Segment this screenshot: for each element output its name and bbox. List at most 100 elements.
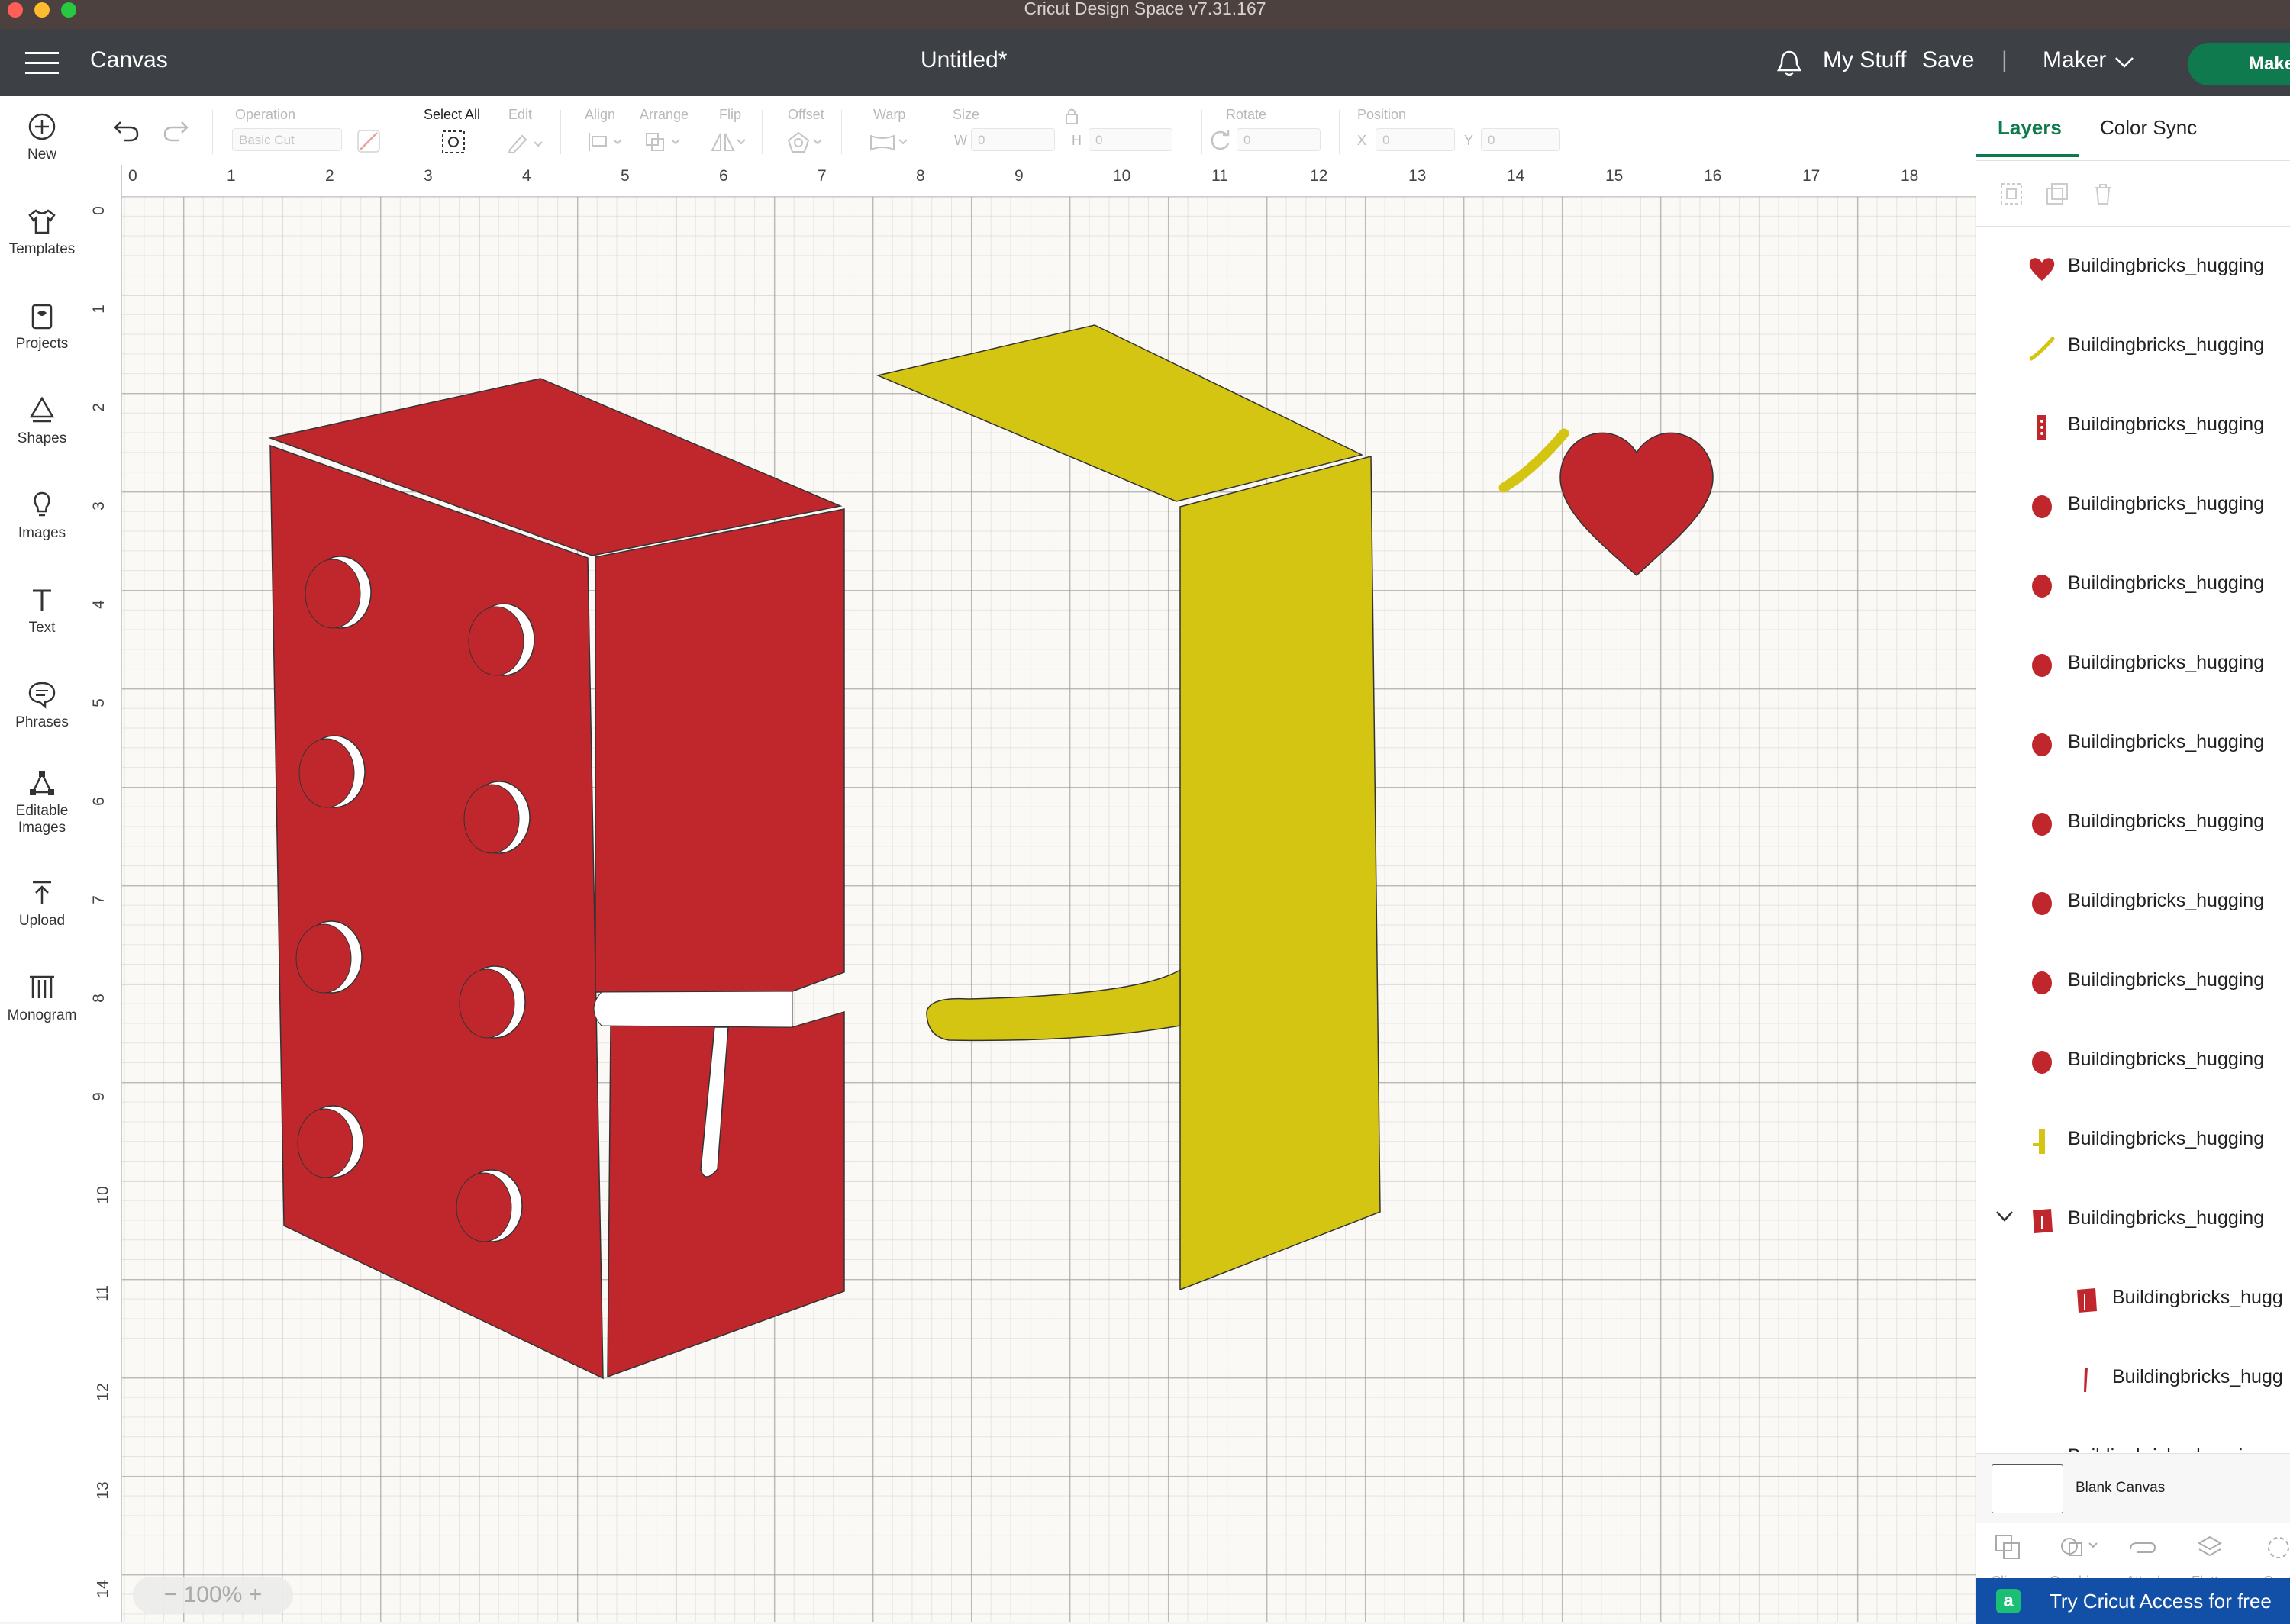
operation-select[interactable]: Basic Cut — [232, 128, 342, 151]
zoom-window-button[interactable] — [61, 2, 76, 18]
rail-item-images[interactable]: Images — [0, 490, 84, 542]
layer-row[interactable]: Buildingbricks_hugging — [1976, 705, 2290, 785]
layer-row[interactable]: Buildingbricks_hugging — [1976, 626, 2290, 705]
layer-row[interactable]: Buildingbricks_hugging — [1976, 1181, 2290, 1261]
tab-color-sync[interactable]: Color Sync — [2100, 116, 2197, 140]
combine-icon — [2061, 1538, 2098, 1556]
flatten-icon — [2197, 1535, 2223, 1557]
pen-color-swatch-icon[interactable] — [357, 130, 380, 153]
bell-icon[interactable] — [1776, 49, 1803, 78]
yellow-brick-arm[interactable] — [926, 968, 1181, 1042]
edit-pencil-icon[interactable] — [507, 131, 543, 153]
make-button[interactable]: Make — [2188, 43, 2290, 85]
minimize-window-button[interactable] — [34, 2, 50, 18]
layer-name: Buildingbricks_hugging — [2068, 414, 2265, 435]
rotate-input[interactable]: 0 — [1237, 128, 1321, 151]
layers-panel: Layers Color Sync Buildingbricks_hugging… — [1976, 96, 2290, 1624]
circle-icon — [2027, 888, 2057, 919]
rail-item-upload[interactable]: Upload — [0, 878, 84, 930]
close-window-button[interactable] — [8, 2, 23, 18]
zoom-out-button[interactable]: − — [164, 1582, 178, 1607]
size-label: Size — [953, 107, 980, 122]
rail-label: Images — [18, 525, 66, 541]
layer-row[interactable]: Buildingbricks_hugging — [1976, 1023, 2290, 1102]
blank-canvas-row[interactable]: Blank Canvas — [1976, 1453, 2290, 1524]
tab-layers[interactable]: Layers — [1998, 116, 2062, 140]
width-label: W — [954, 133, 967, 148]
rail-item-text[interactable]: Text — [0, 585, 84, 636]
height-input[interactable]: 0 — [1089, 128, 1172, 151]
toolbar-divider — [841, 110, 842, 154]
offset-icon[interactable] — [786, 131, 824, 153]
layer-row[interactable]: Buildingbricks_hugg — [1976, 1340, 2290, 1419]
group-icon[interactable] — [1999, 182, 2024, 206]
design-canvas[interactable]: 0 1 2 3 4 5 6 7 8 9 10 11 12 13 14 15 16 17 18 01234567891… — [90, 165, 1976, 1622]
rail-item-projects[interactable]: Projects — [0, 301, 84, 353]
flip-icon[interactable] — [710, 131, 748, 153]
rail-item-editable-images[interactable]: Editable Images — [0, 768, 84, 836]
zoom-in-button[interactable]: + — [249, 1582, 263, 1607]
x-input[interactable]: 0 — [1376, 128, 1455, 151]
select-all-icon[interactable] — [441, 130, 466, 154]
rail-item-phrases[interactable]: Phrases — [0, 679, 84, 731]
chevron-down-icon[interactable] — [2114, 56, 2134, 69]
layer-name: Buildingbricks_hugg — [2112, 1366, 2283, 1387]
toolbar-divider — [212, 110, 213, 154]
arrange-icon[interactable] — [644, 131, 682, 153]
layer-row[interactable]: Buildingbricks_hugging — [1976, 388, 2290, 467]
layer-row[interactable]: Buildingbricks_hugging — [1976, 1419, 2290, 1452]
red-heart-shape[interactable] — [1559, 432, 1714, 577]
layer-name: Buildingbricks_hugging — [2068, 652, 2265, 673]
edit-label: Edit — [508, 107, 533, 122]
warp-icon[interactable] — [869, 131, 910, 153]
layer-row[interactable]: Buildingbricks_hugging — [1976, 546, 2290, 626]
cricut-access-banner[interactable]: a Try Cricut Access for free — [1976, 1578, 2290, 1624]
save-button[interactable]: Save — [1922, 47, 1974, 73]
layer-row[interactable]: Buildingbricks_hugging — [1976, 467, 2290, 546]
align-icon[interactable] — [586, 131, 624, 153]
my-stuff-link[interactable]: My Stuff — [1823, 47, 1906, 73]
blank-canvas-label: Blank Canvas — [2076, 1480, 2166, 1496]
circle-icon — [2027, 491, 2057, 522]
layer-row[interactable]: Buildingbricks_hugging — [1976, 785, 2290, 864]
layer-row[interactable]: Buildingbricks_hugging — [1976, 308, 2290, 388]
rail-item-new[interactable]: New — [0, 111, 84, 163]
yellow-curve-stroke[interactable] — [1498, 428, 1569, 493]
y-input[interactable]: 0 — [1481, 128, 1560, 151]
rail-item-templates[interactable]: Templates — [0, 206, 84, 258]
plus-circle-icon — [28, 113, 56, 140]
red-brick-right-face-lower[interactable] — [607, 1010, 845, 1378]
layer-row[interactable]: Buildingbricks_hugging — [1976, 943, 2290, 1023]
yellow-bar-icon — [2027, 1126, 2057, 1157]
rail-item-shapes[interactable]: Shapes — [0, 395, 84, 447]
layer-row[interactable]: Buildingbricks_hugging — [1976, 1102, 2290, 1181]
layer-row[interactable]: Buildingbricks_hugg — [1976, 1261, 2290, 1340]
cricut-access-logo-icon: a — [1996, 1589, 2021, 1613]
yellow-brick-front-face[interactable] — [1179, 456, 1381, 1291]
layer-name: Buildingbricks_hugging — [2068, 810, 2265, 832]
rail-item-monogram[interactable]: Monogram — [0, 972, 84, 1024]
layer-row[interactable]: Buildingbricks_hugging — [1976, 229, 2290, 308]
layer-row[interactable]: Buildingbricks_hugging — [1976, 864, 2290, 943]
delete-icon[interactable] — [2091, 182, 2115, 206]
lock-icon[interactable] — [1064, 107, 1079, 125]
header-separator: | — [2001, 47, 2008, 72]
red-brick-right-face-upper[interactable] — [595, 508, 845, 993]
rail-label: Monogram — [7, 1007, 77, 1023]
undo-icon[interactable] — [113, 119, 140, 143]
yellow-brick-top-face[interactable] — [876, 324, 1364, 502]
redo-icon[interactable] — [162, 119, 189, 143]
document-title[interactable]: Untitled* — [921, 47, 1007, 73]
duplicate-icon[interactable] — [2045, 182, 2069, 206]
hamburger-menu-icon[interactable] — [25, 52, 59, 75]
rotate-icon[interactable] — [1208, 128, 1232, 153]
blank-canvas-swatch[interactable] — [1992, 1464, 2063, 1513]
width-input[interactable]: 0 — [971, 128, 1055, 151]
machine-select[interactable]: Maker — [2043, 47, 2106, 73]
layer-name: Buildingbricks_hugging — [2068, 334, 2265, 356]
circle-icon — [2027, 650, 2057, 681]
speech-bubble-icon — [28, 682, 56, 709]
attach-icon — [2130, 1542, 2156, 1553]
chevron-down-icon[interactable] — [1995, 1209, 2014, 1228]
zoom-control: − 100% + — [133, 1577, 293, 1613]
